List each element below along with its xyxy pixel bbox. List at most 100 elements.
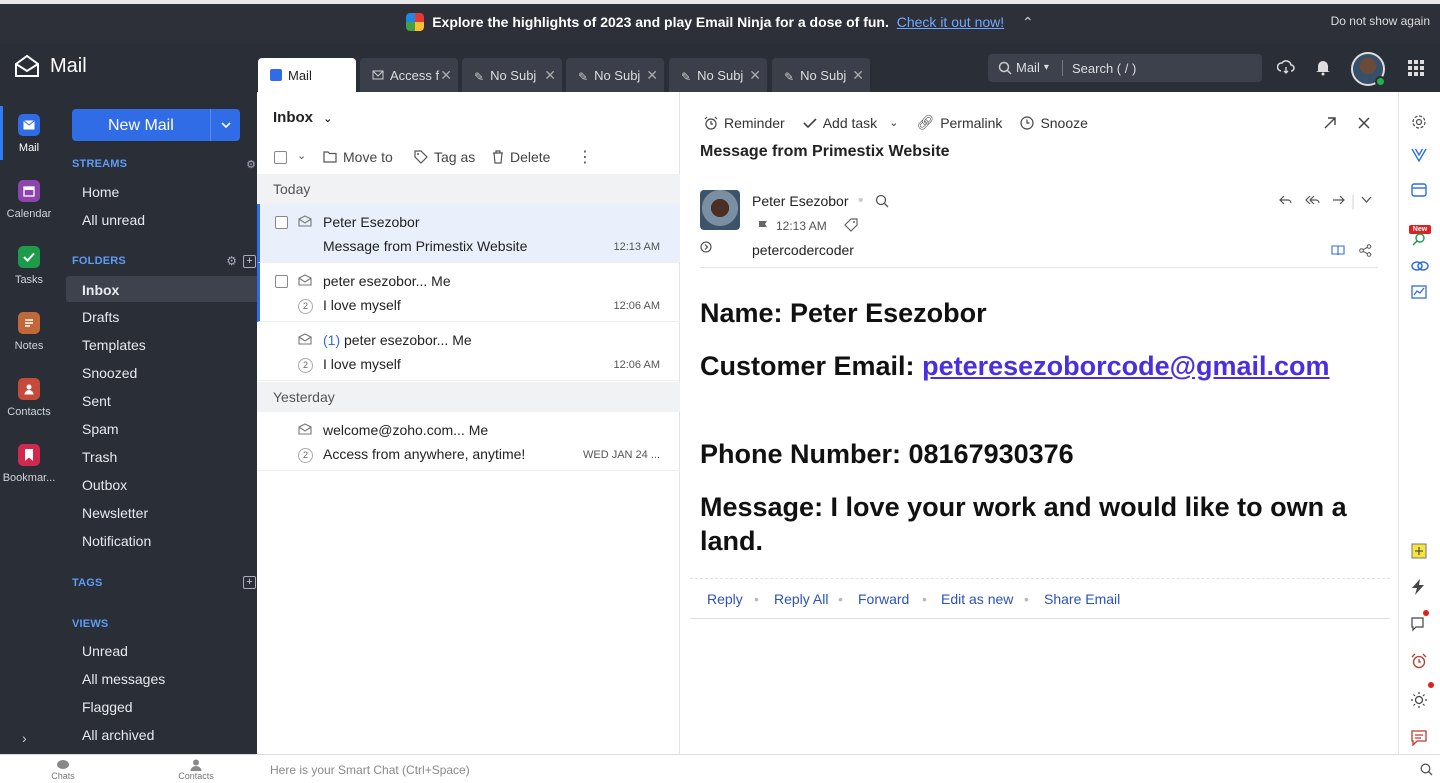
folder-item-sent[interactable]: Sent xyxy=(82,393,111,409)
reading-view-icon[interactable] xyxy=(1331,244,1345,256)
chevron-down-icon[interactable]: ⌄ xyxy=(889,116,898,129)
folder-item-notification[interactable]: Notification xyxy=(82,533,151,549)
tab-mail[interactable]: Mail xyxy=(258,58,356,92)
view-item-flagged[interactable]: Flagged xyxy=(82,699,133,715)
new-mail-button[interactable]: New Mail xyxy=(72,109,240,141)
streams-settings-icon[interactable]: ⚙ xyxy=(246,158,256,171)
folder-item-snoozed[interactable]: Snoozed xyxy=(82,365,137,381)
rail-item-contacts[interactable]: Contacts xyxy=(0,378,58,418)
reply-all-icon[interactable] xyxy=(1305,194,1320,206)
rail-item-bookmarks[interactable]: Bookmar... xyxy=(0,444,58,484)
message-row[interactable]: welcome@zoho.com... Me 2 Access from any… xyxy=(257,412,680,471)
message-row[interactable]: Peter Esezobor Message from Primestix We… xyxy=(257,204,680,263)
folder-item-trash[interactable]: Trash xyxy=(82,449,117,465)
sticky-note-icon[interactable] xyxy=(1411,543,1427,559)
tab-draft-2[interactable]: ✎ No Subj ✕ xyxy=(566,58,664,92)
banner-dismiss-link[interactable]: Do not show again xyxy=(1331,14,1430,28)
banner-link[interactable]: Check it out now! xyxy=(897,14,1004,30)
search-icon[interactable] xyxy=(1420,763,1433,776)
theme-icon[interactable] xyxy=(1411,692,1427,708)
message-row[interactable]: peter esezobor... Me 2 I love myself 12:… xyxy=(257,263,680,322)
search-icon[interactable] xyxy=(875,194,889,208)
tab-access[interactable]: Access f ✕ xyxy=(360,58,458,92)
folder-item-outbox[interactable]: Outbox xyxy=(82,477,127,493)
chevron-down-icon[interactable]: ⌄ xyxy=(297,149,306,162)
tab-draft-3[interactable]: ✎ No Subj ✕ xyxy=(669,58,767,92)
tags-heading[interactable]: TAGS xyxy=(72,577,103,589)
new-mail-dropdown[interactable] xyxy=(210,109,240,141)
search-scope-dropdown[interactable]: Mail ▾ xyxy=(998,60,1049,75)
bell-icon[interactable] xyxy=(1315,58,1331,76)
list-title-dropdown[interactable]: Inbox ⌄ xyxy=(273,109,332,126)
share-email-link[interactable]: Share Email xyxy=(1044,591,1120,607)
calendar-widget-icon[interactable] xyxy=(1411,183,1427,197)
share-icon[interactable] xyxy=(1359,244,1372,257)
row-checkbox[interactable] xyxy=(275,216,288,229)
forward-icon[interactable] xyxy=(1332,194,1345,206)
tab-draft-4[interactable]: ✎ No Subj ✕ xyxy=(772,58,870,92)
folders-heading[interactable]: FOLDERS xyxy=(72,255,126,267)
move-to-button[interactable]: Move to xyxy=(323,149,393,165)
lightning-icon[interactable] xyxy=(1411,579,1425,595)
more-options-icon[interactable]: ⋮ xyxy=(577,147,593,167)
rail-item-mail[interactable]: Mail xyxy=(0,106,58,160)
rail-item-tasks[interactable]: Tasks xyxy=(0,246,58,286)
avatar[interactable] xyxy=(1351,52,1386,87)
close-icon[interactable]: ✕ xyxy=(544,67,556,84)
close-icon[interactable] xyxy=(1358,117,1370,129)
sender-avatar[interactable] xyxy=(700,190,740,230)
folder-item-inbox[interactable]: Inbox xyxy=(66,276,257,302)
feedback-icon[interactable] xyxy=(1411,730,1427,746)
links-icon[interactable] xyxy=(1411,259,1429,273)
chevron-down-icon[interactable] xyxy=(1361,196,1372,203)
close-icon[interactable]: ✕ xyxy=(646,67,658,84)
permalink-button[interactable]: 🔗︎ Permalink xyxy=(916,114,1002,131)
streams-heading[interactable]: STREAMS xyxy=(72,158,127,170)
apps-grid-icon[interactable] xyxy=(1408,60,1424,76)
tag-as-button[interactable]: Tag as xyxy=(414,149,475,165)
edit-as-new-link[interactable]: Edit as new xyxy=(941,591,1013,607)
tag-icon[interactable] xyxy=(844,218,858,232)
pop-out-icon[interactable] xyxy=(1324,117,1336,129)
contacts-button[interactable]: Contacts xyxy=(166,759,226,781)
view-item-unread[interactable]: Unread xyxy=(82,643,128,659)
close-icon[interactable]: ✕ xyxy=(440,67,452,84)
add-folder-icon[interactable]: + xyxy=(243,255,256,268)
smart-chat-input[interactable]: Here is your Smart Chat (Ctrl+Space) xyxy=(270,763,470,777)
rail-item-notes[interactable]: Notes xyxy=(0,312,58,352)
rail-item-calendar[interactable]: Calendar xyxy=(0,180,58,220)
reminder-button[interactable]: Reminder xyxy=(704,114,785,131)
view-item-all-messages[interactable]: All messages xyxy=(82,671,165,687)
alarm-clock-icon[interactable] xyxy=(1411,653,1427,669)
folder-item-spam[interactable]: Spam xyxy=(82,421,119,437)
cloud-sync-icon[interactable] xyxy=(1277,58,1295,76)
views-heading[interactable]: VIEWS xyxy=(72,618,108,630)
tab-draft-1[interactable]: ✎ No Subj ✕ xyxy=(462,58,562,92)
message-row[interactable]: (1) peter esezobor... Me 2 I love myself… xyxy=(257,322,680,381)
app-logo[interactable]: Mail xyxy=(14,54,87,78)
vault-icon[interactable] xyxy=(1411,148,1427,162)
search-widget-icon[interactable] xyxy=(1411,232,1427,246)
expand-details-icon[interactable] xyxy=(700,241,712,253)
select-all-checkbox[interactable] xyxy=(274,151,287,164)
sender-name[interactable]: Peter Esezobor xyxy=(752,193,849,209)
forward-link[interactable]: Forward xyxy=(858,591,909,607)
reply-icon[interactable] xyxy=(1279,194,1292,206)
snooze-button[interactable]: Snooze xyxy=(1020,114,1088,131)
folder-item-drafts[interactable]: Drafts xyxy=(82,309,119,325)
reply-all-link[interactable]: Reply All xyxy=(774,591,828,607)
folder-item-templates[interactable]: Templates xyxy=(82,337,146,353)
search-bar[interactable]: Mail ▾ Search ( / ) xyxy=(988,54,1262,82)
chats-button[interactable]: Chats xyxy=(33,759,93,781)
add-task-button[interactable]: Add task ⌄ xyxy=(803,114,898,131)
chevron-up-icon[interactable]: ⌃ xyxy=(1022,14,1034,31)
gear-icon[interactable]: ⚙ xyxy=(226,254,237,268)
search-input[interactable]: Search ( / ) xyxy=(1072,61,1136,76)
close-icon[interactable]: ✕ xyxy=(749,67,761,84)
flag-icon[interactable] xyxy=(758,220,768,232)
row-checkbox[interactable] xyxy=(275,275,288,288)
add-tag-icon[interactable]: + xyxy=(243,576,256,589)
reply-link[interactable]: Reply xyxy=(707,591,743,607)
analytics-icon[interactable] xyxy=(1411,285,1427,299)
expand-rail-icon[interactable]: › xyxy=(22,730,27,746)
